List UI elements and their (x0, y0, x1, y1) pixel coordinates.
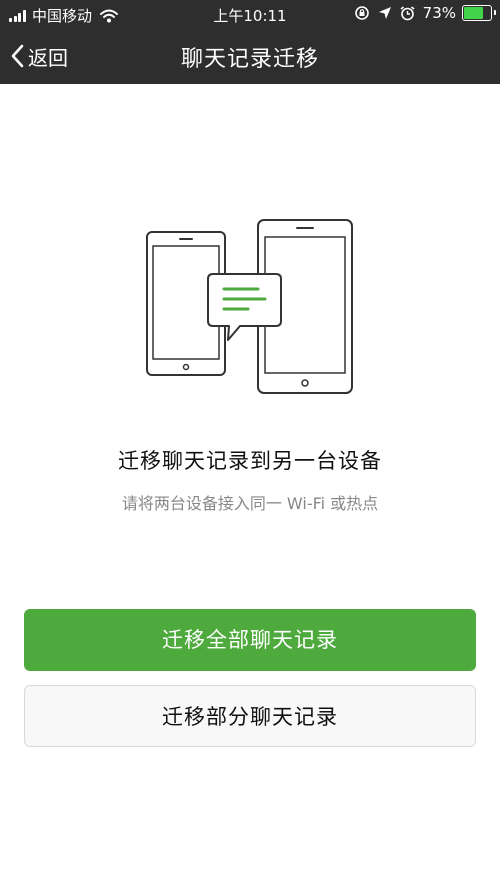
migrate-all-button[interactable]: 迁移全部聊天记录 (24, 609, 476, 671)
device-migration-illustration (146, 219, 353, 394)
battery-tip (494, 10, 496, 15)
status-bar: 中国移动 上午10:11 73% (0, 0, 500, 28)
migrate-partial-button[interactable]: 迁移部分聊天记录 (24, 685, 476, 747)
battery-level-fill (464, 7, 483, 19)
alarm-icon (400, 5, 415, 20)
orientation-lock-icon (354, 6, 369, 20)
location-icon (378, 7, 391, 19)
nav-bar: 返回 聊天记录迁移 (0, 28, 500, 84)
network-hint: 请将两台设备接入同一 Wi-Fi 或热点 (121, 494, 379, 513)
migration-heading: 迁移聊天记录到另一台设备 (118, 449, 382, 473)
battery-percent: 73% (422, 4, 456, 22)
page-title: 聊天记录迁移 (180, 47, 319, 72)
status-bar-right: 73% (354, 4, 496, 22)
battery-icon (462, 5, 496, 21)
